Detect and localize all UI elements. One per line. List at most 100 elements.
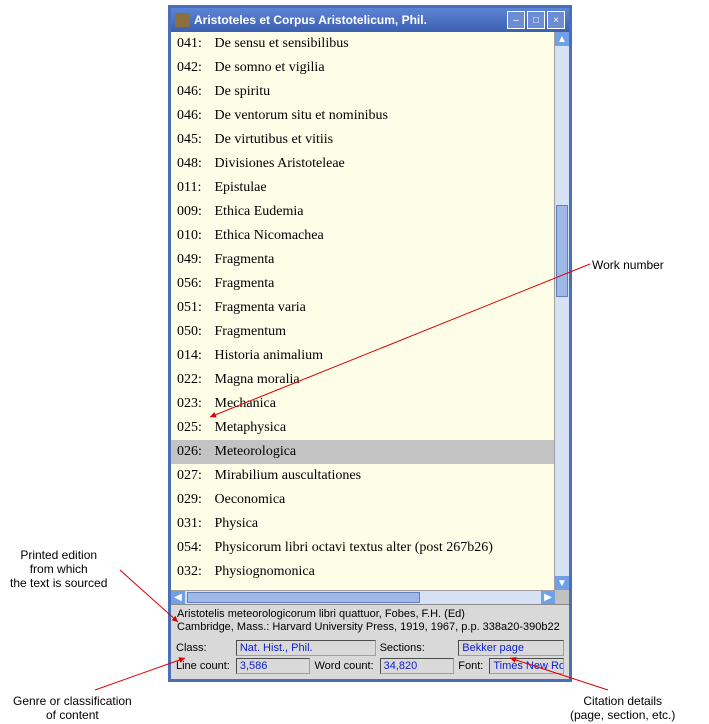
work-title: De sensu et sensibilibus	[211, 36, 349, 51]
callout-citation: Citation details (page, section, etc.)	[570, 694, 675, 722]
app-window: Aristoteles et Corpus Aristotelicum, Phi…	[168, 5, 572, 682]
scroll-corner	[555, 590, 569, 604]
work-number: 025:	[177, 418, 211, 438]
work-number: 050:	[177, 322, 211, 342]
minimize-button[interactable]: –	[507, 11, 525, 29]
work-number: 048:	[177, 154, 211, 174]
list-item[interactable]: 029: Oeconomica	[171, 488, 554, 512]
biblio-line2: Cambridge, Mass.: Harvard University Pre…	[177, 621, 563, 634]
works-list[interactable]: 041: De sensu et sensibilibus042: De som…	[171, 32, 554, 590]
list-item[interactable]: 054: Physicorum libri octavi textus alte…	[171, 536, 554, 560]
biblio-line1: Aristotelis meteorologicorum libri quatt…	[177, 608, 563, 621]
info-panel: Aristotelis meteorologicorum libri quatt…	[171, 604, 569, 679]
work-title: Magna moralia	[211, 372, 300, 387]
font-value: Times New Roman	[489, 658, 564, 674]
window-title: Aristoteles et Corpus Aristotelicum, Phi…	[194, 13, 505, 27]
list-item[interactable]: 032: Physiognomonica	[171, 560, 554, 584]
list-item[interactable]: 045: De virtutibus et vitiis	[171, 128, 554, 152]
work-number: 042:	[177, 58, 211, 78]
app-icon	[175, 13, 189, 27]
linecount-value: 3,586	[236, 658, 311, 674]
work-title: Historia animalium	[211, 348, 323, 363]
work-number: 011:	[177, 178, 211, 198]
work-number: 027:	[177, 466, 211, 486]
list-item[interactable]: 010: Ethica Nicomachea	[171, 224, 554, 248]
work-number: 029:	[177, 490, 211, 510]
work-title: Divisiones Aristoteleae	[211, 156, 345, 171]
work-number: 051:	[177, 298, 211, 318]
work-number: 046:	[177, 106, 211, 126]
list-item[interactable]: 009: Ethica Eudemia	[171, 200, 554, 224]
maximize-button[interactable]: □	[527, 11, 545, 29]
callout-work-number: Work number	[592, 258, 664, 272]
wordcount-value: 34,820	[380, 658, 455, 674]
horizontal-scrollbar[interactable]: ◀ ▶	[171, 590, 555, 604]
work-number: 009:	[177, 202, 211, 222]
list-item[interactable]: 046: De spiritu	[171, 80, 554, 104]
work-title: Fragmenta	[211, 252, 274, 267]
callout-genre: Genre or classification of content	[13, 694, 132, 722]
work-number: 056:	[177, 274, 211, 294]
work-number: 023:	[177, 394, 211, 414]
work-title: Fragmenta varia	[211, 300, 306, 315]
work-number: 041:	[177, 34, 211, 54]
callout-printed-edition: Printed edition from which the text is s…	[10, 548, 107, 590]
vertical-scrollbar[interactable]: ▲ ▼	[554, 32, 569, 590]
work-title: Mirabilium auscultationes	[211, 468, 361, 483]
work-title: Meteorologica	[211, 444, 296, 459]
work-number: 014:	[177, 346, 211, 366]
wordcount-label: Word count:	[314, 660, 375, 672]
linecount-label: Line count:	[176, 660, 232, 672]
list-item[interactable]: 014: Historia animalium	[171, 344, 554, 368]
work-number: 054:	[177, 538, 211, 558]
list-item[interactable]: 022: Magna moralia	[171, 368, 554, 392]
work-number: 046:	[177, 82, 211, 102]
work-title: Oeconomica	[211, 492, 285, 507]
work-number: 032:	[177, 562, 211, 582]
list-item[interactable]: 051: Fragmenta varia	[171, 296, 554, 320]
work-number: 049:	[177, 250, 211, 270]
metadata-grid: Class: Nat. Hist., Phil. Sections: Bekke…	[171, 637, 569, 679]
list-item[interactable]: 042: De somno et vigilia	[171, 56, 554, 80]
work-number: 022:	[177, 370, 211, 390]
list-item[interactable]: 048: Divisiones Aristoteleae	[171, 152, 554, 176]
close-button[interactable]: ×	[547, 11, 565, 29]
work-title: Ethica Eudemia	[211, 204, 304, 219]
scroll-left-arrow-icon[interactable]: ◀	[171, 591, 185, 604]
list-item[interactable]: 050: Fragmentum	[171, 320, 554, 344]
bibliography: Aristotelis meteorologicorum libri quatt…	[171, 605, 569, 637]
work-title: Metaphysica	[211, 420, 286, 435]
scroll-down-arrow-icon[interactable]: ▼	[555, 576, 569, 590]
work-title: Ethica Nicomachea	[211, 228, 324, 243]
work-title: Mechanica	[211, 396, 276, 411]
list-item[interactable]: 026: Meteorologica	[171, 440, 554, 464]
list-item[interactable]: 031: Physica	[171, 512, 554, 536]
work-title: De virtutibus et vitiis	[211, 132, 333, 147]
scroll-track[interactable]	[555, 46, 569, 576]
work-number: 031:	[177, 514, 211, 534]
work-title: Epistulae	[211, 180, 267, 195]
scroll-up-arrow-icon[interactable]: ▲	[555, 32, 569, 46]
work-number: 045:	[177, 130, 211, 150]
sections-value: Bekker page	[458, 640, 564, 656]
list-item[interactable]: 049: Fragmenta	[171, 248, 554, 272]
work-title: De spiritu	[211, 84, 270, 99]
class-value: Nat. Hist., Phil.	[236, 640, 376, 656]
list-item[interactable]: 056: Fragmenta	[171, 272, 554, 296]
hscroll-track[interactable]	[185, 591, 541, 604]
list-item[interactable]: 027: Mirabilium auscultationes	[171, 464, 554, 488]
work-title: Physica	[211, 516, 258, 531]
list-item[interactable]: 011: Epistulae	[171, 176, 554, 200]
work-title: Physicorum libri octavi textus alter (po…	[211, 540, 493, 555]
scroll-right-arrow-icon[interactable]: ▶	[541, 591, 555, 604]
hscroll-thumb[interactable]	[187, 592, 420, 603]
work-title: Physiognomonica	[211, 564, 315, 579]
list-item[interactable]: 046: De ventorum situ et nominibus	[171, 104, 554, 128]
titlebar: Aristoteles et Corpus Aristotelicum, Phi…	[171, 8, 569, 32]
work-title: De somno et vigilia	[211, 60, 325, 75]
scroll-thumb[interactable]	[556, 205, 568, 297]
list-item[interactable]: 041: De sensu et sensibilibus	[171, 32, 554, 56]
list-item[interactable]: 025: Metaphysica	[171, 416, 554, 440]
list-item[interactable]: 023: Mechanica	[171, 392, 554, 416]
sections-label: Sections:	[380, 642, 455, 654]
